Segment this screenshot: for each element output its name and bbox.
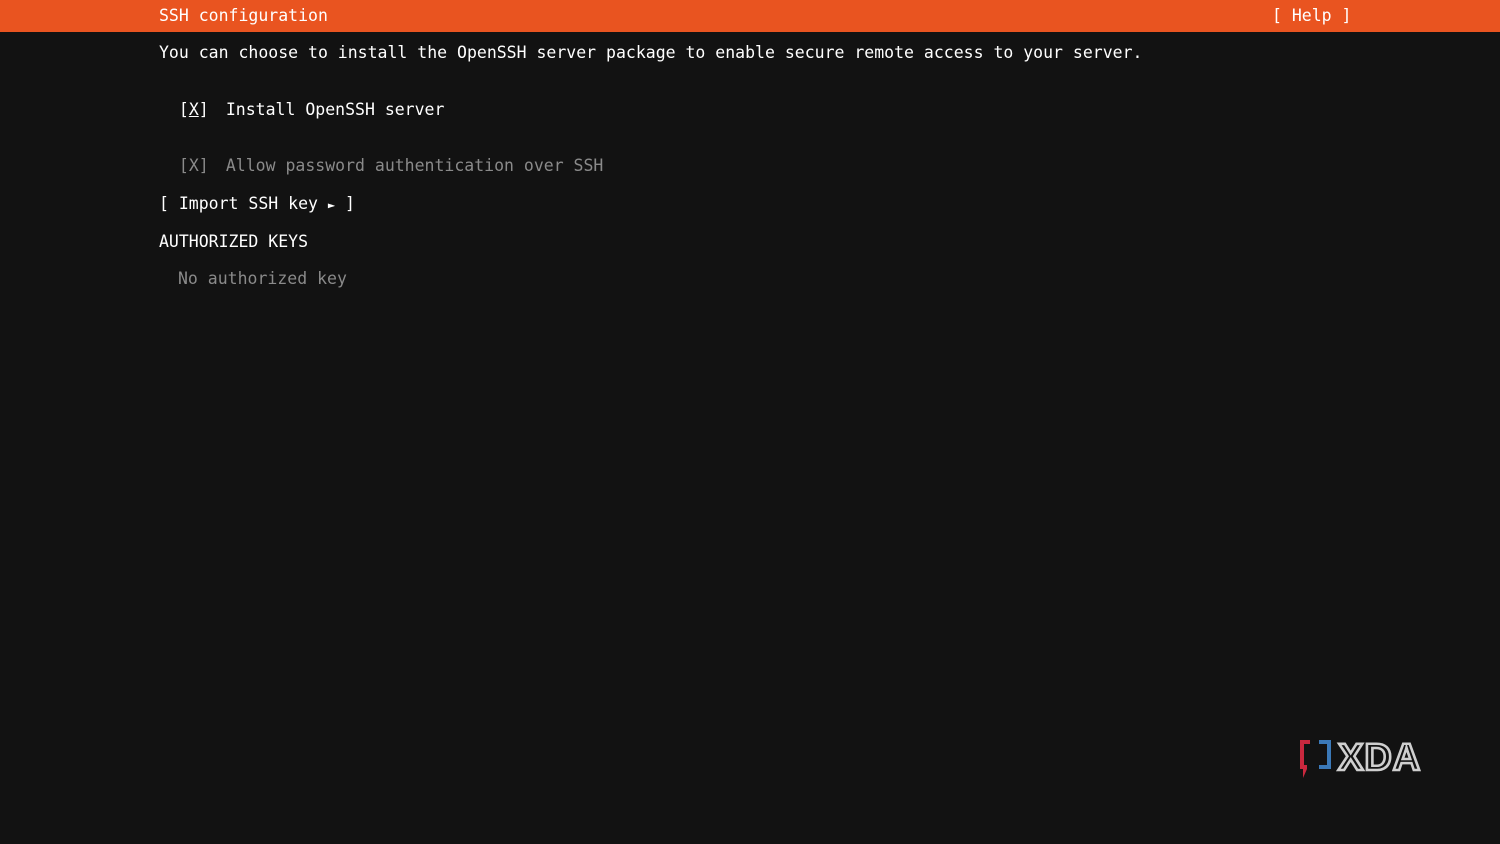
authorized-keys-heading: AUTHORIZED KEYS: [159, 232, 309, 251]
install-openssh-checkbox[interactable]: [X]: [179, 100, 226, 119]
allow-password-auth-checkbox-row: [X] Allow password authentication over SS…: [159, 137, 604, 175]
help-button[interactable]: [ Help ]: [1272, 6, 1351, 25]
import-ssh-key-label: [ Import SSH key: [159, 194, 328, 213]
screen-title: SSH configuration: [159, 6, 328, 25]
checkbox-close-bracket: ]: [198, 156, 209, 175]
checkbox-check-mark: X: [188, 100, 199, 119]
allow-password-auth-label: Allow password authentication over SSH: [225, 156, 604, 175]
xda-logo: XDA: [1300, 736, 1422, 780]
xda-logo-text: XDA: [1338, 737, 1421, 779]
import-ssh-key-close: ]: [335, 194, 355, 213]
description-text: You can choose to install the OpenSSH se…: [159, 43, 1143, 62]
install-openssh-label: Install OpenSSH server: [225, 100, 445, 119]
allow-password-auth-checkbox: [X]: [179, 156, 226, 175]
checkbox-open-bracket: [: [178, 156, 189, 175]
no-authorized-key-text: No authorized key: [178, 269, 347, 288]
install-openssh-checkbox-row[interactable]: [X] Install OpenSSH server: [159, 81, 445, 119]
import-ssh-key-button[interactable]: [ Import SSH key ► ]: [159, 194, 355, 213]
checkbox-close-bracket: ]: [198, 100, 209, 119]
xda-bracket-icon: [1300, 740, 1331, 778]
checkbox-check-mark: X: [188, 156, 199, 175]
checkbox-open-bracket: [: [178, 100, 189, 119]
title-bar: SSH configuration [ Help ]: [0, 0, 1500, 32]
